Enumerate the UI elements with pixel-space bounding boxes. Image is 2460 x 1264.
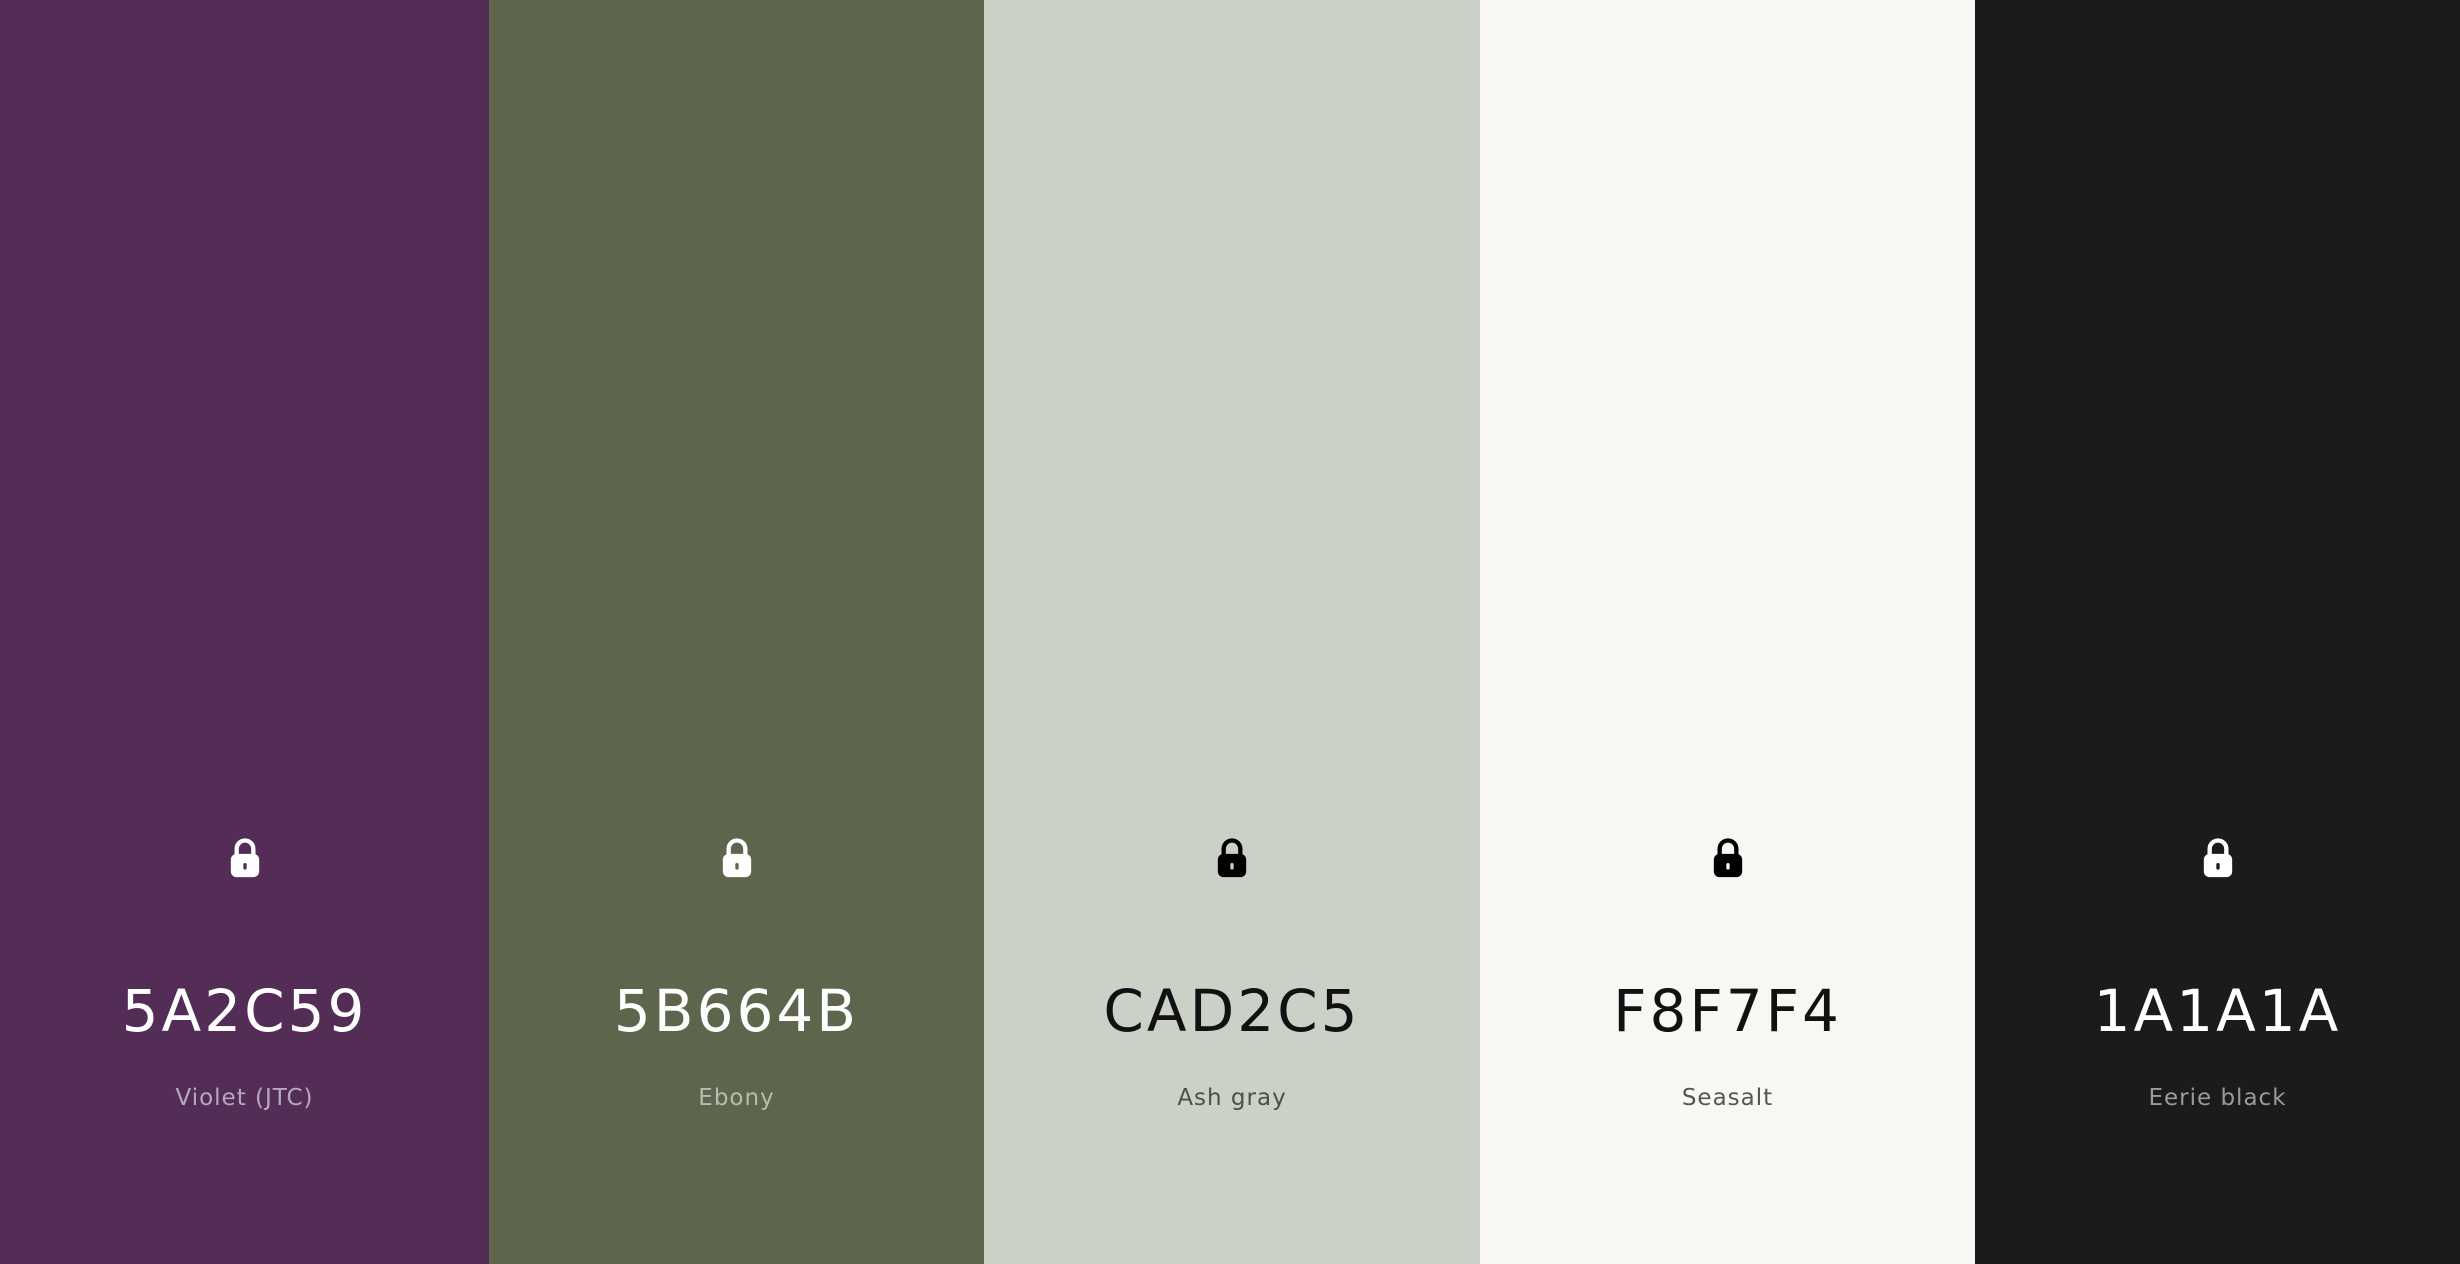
hex-code[interactable]: CAD2C5 [984, 978, 1480, 1044]
color-swatch-ebony[interactable]: 5B664B Ebony [489, 0, 984, 1264]
color-palette: 5A2C59 Violet (JTC) 5B664B Ebony CAD2C5 … [0, 0, 2460, 1264]
hex-code[interactable]: F8F7F4 [1480, 978, 1975, 1044]
color-name: Ebony [698, 1085, 775, 1111]
color-swatch-ash-gray[interactable]: CAD2C5 Ash gray [984, 0, 1480, 1264]
lock-icon[interactable] [2198, 836, 2238, 880]
lock-icon[interactable] [1212, 836, 1252, 880]
lock-icon[interactable] [225, 836, 265, 880]
color-name: Ash gray [1177, 1085, 1287, 1111]
color-name: Seasalt [1681, 1085, 1774, 1111]
lock-icon[interactable] [1708, 836, 1748, 880]
lock-icon[interactable] [717, 836, 757, 880]
hex-code[interactable]: 5B664B [489, 978, 984, 1044]
hex-code[interactable]: 1A1A1A [1975, 978, 2460, 1044]
color-swatch-eerie-black[interactable]: 1A1A1A Eerie black [1975, 0, 2460, 1264]
color-swatch-violet-jtc[interactable]: 5A2C59 Violet (JTC) [0, 0, 489, 1264]
color-name: Eerie black [2148, 1085, 2287, 1111]
color-swatch-seasalt[interactable]: F8F7F4 Seasalt [1480, 0, 1975, 1264]
color-name: Violet (JTC) [175, 1085, 314, 1111]
hex-code[interactable]: 5A2C59 [0, 978, 489, 1044]
